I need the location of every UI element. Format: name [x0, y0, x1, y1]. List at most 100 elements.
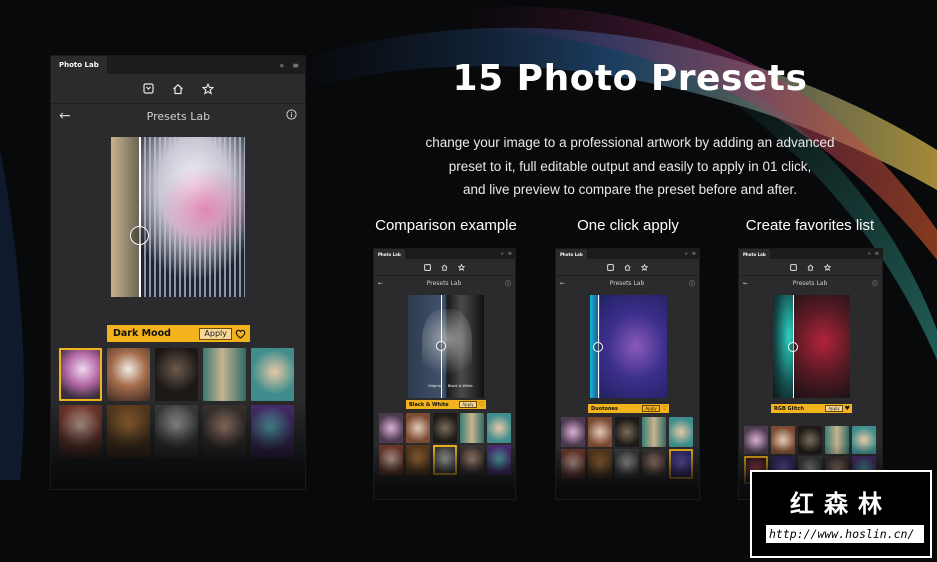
preset-thumbnail[interactable] — [487, 413, 511, 443]
preset-thumbnail[interactable] — [107, 348, 150, 401]
description-line: change your image to a professional artw… — [425, 135, 835, 150]
description-line: and live preview to compare the preset b… — [463, 182, 797, 197]
heart-filled-icon[interactable]: ♥ — [845, 405, 850, 412]
preset-thumbnail[interactable] — [379, 413, 403, 443]
bottom-fade — [374, 444, 515, 499]
tab-photo-lab[interactable]: Photo Lab — [556, 249, 587, 259]
one-click-apply-panel: Photo Lab » ≡ ← Presets Lab ⓘ Duotones A… — [555, 248, 700, 500]
preset-thumbnail[interactable] — [406, 413, 430, 443]
panel-tab-bar: Photo Lab » ≡ — [51, 56, 305, 74]
info-icon[interactable]: ⓘ — [505, 279, 511, 288]
info-icon[interactable]: ⓘ — [872, 279, 878, 288]
home-icon[interactable] — [807, 263, 814, 271]
info-icon[interactable] — [286, 109, 297, 123]
watermark-text: 红森林 — [790, 490, 892, 518]
panel-title: Presets Lab — [609, 279, 645, 287]
caption-comparison: Comparison example — [375, 217, 517, 234]
preset-thumbnail[interactable] — [669, 417, 693, 447]
compare-handle[interactable] — [436, 341, 446, 351]
home-icon[interactable] — [172, 83, 184, 95]
preset-thumbnail[interactable] — [251, 348, 294, 401]
compare-handle[interactable] — [130, 226, 149, 245]
tab-photo-lab[interactable]: Photo Lab — [374, 249, 405, 259]
bottom-fade — [51, 399, 305, 489]
preset-thumbnail[interactable] — [155, 348, 198, 401]
compare-divider[interactable] — [139, 137, 141, 297]
preset-thumbnail[interactable] — [588, 417, 612, 447]
preset-bar: Dark Mood Apply — [107, 325, 250, 342]
star-icon[interactable] — [201, 82, 214, 95]
preset-thumbnail[interactable] — [615, 417, 639, 447]
preview-image — [590, 295, 667, 398]
tab-photo-lab[interactable]: Photo Lab — [51, 56, 107, 74]
description: change your image to a professional artw… — [330, 131, 930, 202]
caption-favorites: Create favorites list — [745, 217, 875, 234]
tab-label: Photo Lab — [560, 251, 583, 257]
tab-label: Photo Lab — [59, 61, 99, 69]
collapse-icon[interactable]: » — [279, 61, 284, 70]
page-headline: 15 Photo Presets — [452, 58, 808, 99]
tab-label: Photo Lab — [743, 251, 766, 257]
preset-thumbnail[interactable] — [433, 413, 457, 443]
star-icon[interactable] — [641, 263, 648, 271]
star-icon[interactable] — [824, 263, 831, 271]
preset-name: RGB Glitch — [774, 405, 804, 412]
preset-name: Black & White — [409, 401, 449, 408]
preset-thumbnail[interactable] — [561, 417, 585, 447]
panel-title: Presets Lab — [792, 279, 828, 287]
preset-thumbnail[interactable] — [203, 348, 246, 401]
favorites-list-panel: Photo Lab » ≡ ← Presets Lab ⓘ RGB Glitch… — [738, 248, 883, 500]
preview-image: Original Black & White — [408, 295, 484, 398]
preset-thumbnail[interactable] — [59, 348, 102, 401]
panel-menu-icon[interactable]: ≡ — [692, 251, 696, 257]
preset-thumbnail[interactable] — [642, 417, 666, 447]
save-icon[interactable] — [790, 263, 797, 271]
watermark-logo: 红森林 http://www.hoslin.cn/ — [750, 470, 932, 558]
compare-handle[interactable] — [593, 342, 603, 352]
panel-menu-icon[interactable]: ≡ — [875, 251, 879, 257]
panel-toolbar — [51, 74, 305, 104]
watermark-url: http://www.hoslin.cn/ — [766, 525, 924, 543]
heart-icon[interactable]: ♡ — [479, 401, 484, 408]
back-arrow-icon[interactable]: ← — [378, 280, 383, 287]
save-icon[interactable] — [607, 263, 614, 271]
save-icon[interactable] — [424, 263, 431, 271]
save-icon[interactable] — [142, 83, 154, 94]
heart-icon[interactable] — [235, 329, 246, 339]
star-icon[interactable] — [458, 263, 465, 271]
info-icon[interactable]: ⓘ — [689, 279, 695, 288]
preset-bar: Duotones Apply ♡ — [588, 404, 669, 413]
after-label: Black & White — [448, 384, 473, 388]
panel-title-bar: ← Presets Lab — [51, 104, 305, 128]
collapse-icon[interactable]: » — [868, 251, 871, 257]
tab-label: Photo Lab — [378, 251, 401, 257]
heart-icon[interactable]: ♡ — [662, 405, 667, 412]
preset-bar: Black & White Apply ♡ — [406, 400, 486, 409]
preset-name: Dark Mood — [113, 328, 171, 339]
preset-bar: RGB Glitch Apply ♥ — [771, 404, 852, 413]
tab-photo-lab[interactable]: Photo Lab — [739, 249, 770, 259]
main-presets-panel: Photo Lab » ≡ ← Presets Lab Dark Mood Ap… — [50, 55, 306, 490]
preset-thumbnail[interactable] — [460, 413, 484, 443]
bottom-fade — [556, 444, 699, 499]
apply-button[interactable]: Apply — [825, 405, 843, 412]
preset-name: Duotones — [591, 405, 618, 412]
back-arrow-icon[interactable]: ← — [560, 280, 565, 287]
apply-button[interactable]: Apply — [199, 327, 232, 340]
apply-button[interactable]: Apply — [459, 401, 477, 408]
apply-button[interactable]: Apply — [642, 405, 660, 412]
preview-image — [773, 295, 850, 398]
panel-title: Presets Lab — [426, 279, 462, 287]
panel-menu-icon[interactable]: ≡ — [508, 251, 512, 257]
before-label: Original — [428, 384, 442, 388]
compare-handle[interactable] — [788, 342, 798, 352]
home-icon[interactable] — [624, 263, 631, 271]
back-arrow-icon[interactable]: ← — [59, 108, 71, 124]
panel-title: Presets Lab — [146, 109, 211, 123]
back-arrow-icon[interactable]: ← — [743, 280, 748, 287]
collapse-icon[interactable]: » — [501, 251, 504, 257]
comparison-example-panel: Photo Lab » ≡ ← Presets Lab ⓘ Original B… — [373, 248, 516, 500]
collapse-icon[interactable]: » — [685, 251, 688, 257]
home-icon[interactable] — [441, 263, 448, 271]
panel-menu-icon[interactable]: ≡ — [292, 61, 299, 70]
